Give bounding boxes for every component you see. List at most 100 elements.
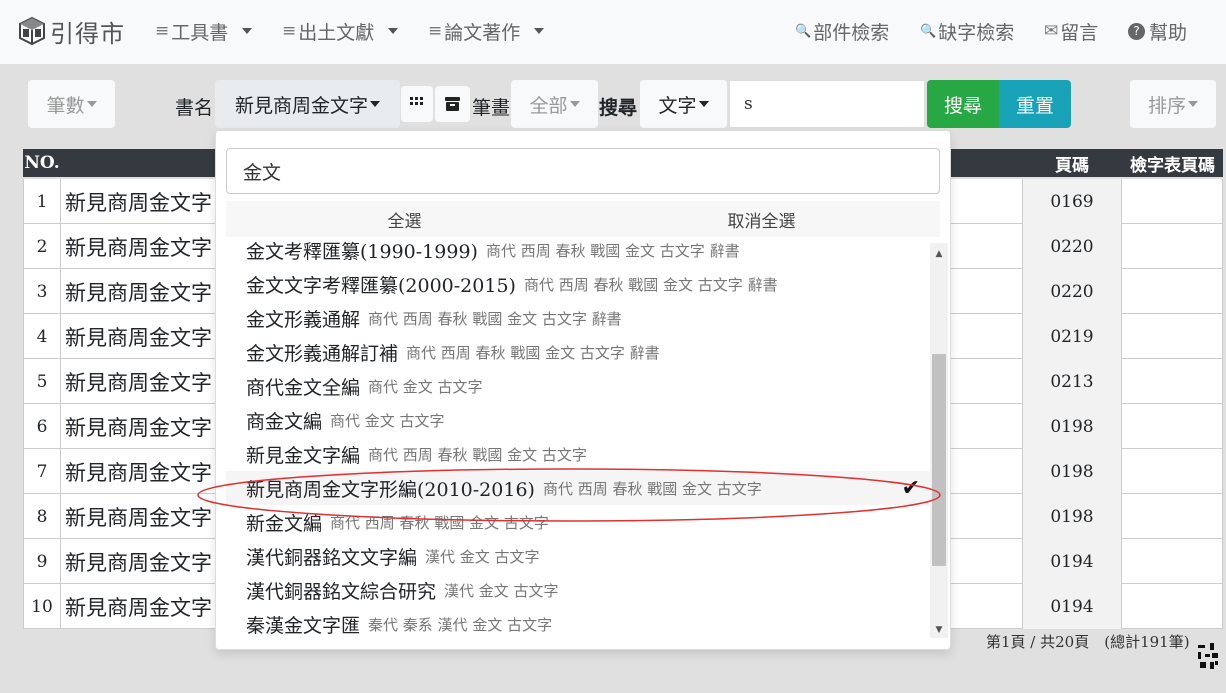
dropdown-option[interactable]: 新金文編 商代 西周 春秋 戰國 金文 古文字	[226, 505, 930, 539]
row-page[interactable]: 0194	[1022, 539, 1122, 584]
dropdown-option[interactable]: 商代金文全編 商代 金文 古文字	[226, 369, 930, 403]
row-page[interactable]: 0198	[1022, 449, 1122, 494]
brand[interactable]: 引得市	[18, 14, 125, 48]
option-tags: 商代 金文 古文字	[330, 411, 445, 430]
grid-view-button[interactable]	[401, 86, 433, 122]
row-page[interactable]: 0213	[1022, 359, 1122, 404]
scroll-down-icon[interactable]: ▼	[930, 623, 948, 637]
grid-icon	[410, 97, 423, 105]
search-type-value: 文字	[658, 94, 697, 117]
dropdown-scrollbar-thumb[interactable]	[932, 354, 946, 566]
chevron-down-icon	[370, 101, 380, 107]
nav-item-papers[interactable]: ≡ 論文著作	[428, 17, 545, 45]
top-navbar: 引得市 ≡ 工具書 ≡ 出土文獻 ≡ 論文著作 🔍 部件檢索 🔍 缺字檢索 ✉ …	[0, 0, 1226, 64]
nav-item-label: 論文著作	[444, 21, 521, 44]
nav-item-tools[interactable]: ≡ 工具書	[155, 17, 253, 45]
nav-item-label: 缺字檢索	[938, 21, 1015, 44]
row-number: 7	[23, 449, 61, 494]
deselect-all-button[interactable]: 取消全選	[583, 201, 940, 237]
row-index-page	[1122, 269, 1223, 314]
sort-button[interactable]: 排序	[1130, 80, 1216, 128]
row-index-page	[1122, 179, 1223, 224]
row-index-page	[1122, 584, 1223, 629]
stroke-label: 筆畫	[472, 97, 511, 119]
option-tags: 商代 西周 春秋 戰國 金文 古文字 辭書	[523, 275, 778, 294]
archive-button[interactable]	[435, 86, 470, 122]
chevron-down-icon	[388, 28, 399, 34]
header-index-page[interactable]: 檢字表頁碼	[1122, 149, 1223, 177]
nav-item-label: 幫助	[1149, 21, 1188, 44]
option-name: 新見商周金文字形編(2010-2016)	[246, 478, 535, 501]
row-page[interactable]: 0219	[1022, 314, 1122, 359]
dropdown-option[interactable]: 金文文字考釋匯纂(2000-2015) 商代 西周 春秋 戰國 金文 古文字 辭書	[226, 267, 930, 301]
chevron-down-icon	[534, 28, 545, 34]
header-page[interactable]: 頁碼	[1022, 149, 1122, 177]
comment-icon: ✉	[1044, 21, 1059, 41]
search-type-button[interactable]: 文字	[640, 80, 727, 128]
dropdown-option[interactable]: 漢代銅器銘文文字編 漢代 金文 古文字	[226, 539, 930, 573]
qr-code-icon[interactable]	[1198, 643, 1218, 669]
row-number: 8	[23, 494, 61, 539]
book-select-value: 新見商周金文字	[234, 94, 368, 117]
brand-name: 引得市	[50, 19, 125, 48]
dropdown-option[interactable]: 金文形義通解 商代 西周 春秋 戰國 金文 古文字 辭書	[226, 301, 930, 335]
reset-button[interactable]: 重置	[999, 80, 1071, 128]
dropdown-option[interactable]: 金文形義通解訂補 商代 西周 春秋 戰國 金文 古文字 辭書	[226, 335, 930, 369]
row-number: 3	[23, 269, 61, 314]
row-page[interactable]: 0198	[1022, 404, 1122, 449]
row-number: 9	[23, 539, 61, 584]
menu-icon: ≡	[155, 21, 170, 41]
row-number: 6	[23, 404, 61, 449]
checkmark-icon: ✔	[901, 475, 920, 501]
nav-item-label: 出土文獻	[298, 21, 375, 44]
dropdown-option[interactable]: 新見商周金文字形編(2010-2016) 商代 西周 春秋 戰國 金文 古文字 ✔	[226, 471, 930, 505]
dropdown-option[interactable]: 漢代銅器銘文綜合研究 漢代 金文 古文字	[226, 573, 930, 607]
row-number: 5	[23, 359, 61, 404]
scroll-up-icon[interactable]: ▲	[930, 247, 948, 261]
header-no[interactable]: NO.	[23, 149, 61, 177]
dropdown-option[interactable]: 秦漢金文字匯 秦代 秦系 漢代 金文 古文字	[226, 607, 930, 641]
chevron-down-icon	[698, 101, 709, 107]
row-page[interactable]: 0194	[1022, 584, 1122, 629]
option-name: 新金文編	[246, 512, 323, 535]
archive-icon	[445, 97, 460, 111]
dropdown-option[interactable]: 商金文編 商代 金文 古文字	[226, 403, 930, 437]
dropdown-option[interactable]: 新見金文字編 商代 西周 春秋 戰國 金文 古文字	[226, 437, 930, 471]
option-name: 金文形義通解訂補	[246, 342, 399, 365]
nav-item-label: 部件檢索	[813, 21, 890, 44]
count-dropdown-button[interactable]: 筆數	[28, 80, 115, 128]
row-page[interactable]: 0198	[1022, 494, 1122, 539]
book-label: 書名	[175, 97, 214, 119]
search-input[interactable]: s	[729, 80, 925, 128]
row-page[interactable]: 0220	[1022, 269, 1122, 314]
nav-component-search[interactable]: 🔍 部件檢索	[795, 17, 889, 45]
stroke-select-value: 全部	[529, 94, 568, 117]
book-select-button[interactable]: 新見商周金文字	[215, 80, 400, 128]
nav-help[interactable]: ? 幫助	[1128, 17, 1187, 45]
option-tags: 秦代 秦系 漢代 金文 古文字	[368, 615, 553, 634]
option-name: 漢代銅器銘文文字編	[246, 546, 418, 569]
option-tags: 商代 西周 春秋 戰國 金文 古文字	[368, 445, 587, 464]
dropdown-search-input[interactable]: 金文	[226, 148, 940, 194]
book-dropdown-menu: 金文 全選 取消全選 金文考釋匯纂(1990-1999) 商代 西周 春秋 戰國 …	[215, 130, 951, 650]
stroke-select-button[interactable]: 全部	[511, 80, 598, 128]
chevron-down-icon	[86, 101, 97, 107]
dropdown-option[interactable]: 金文考釋匯纂(1990-1999) 商代 西周 春秋 戰國 金文 古文字 辭書	[226, 238, 930, 267]
option-tags: 商代 西周 春秋 戰國 金文 古文字 辭書	[368, 309, 622, 328]
nav-item-excavated[interactable]: ≡ 出土文獻	[282, 17, 399, 45]
row-index-page	[1122, 494, 1223, 539]
chevron-down-icon	[569, 101, 580, 107]
dropdown-option-list: 金文考釋匯纂(1990-1999) 商代 西周 春秋 戰國 金文 古文字 辭書 金文…	[226, 238, 932, 648]
search-button[interactable]: 搜尋	[927, 80, 999, 128]
chevron-down-icon	[242, 28, 253, 34]
option-tags: 漢代 金文 古文字	[444, 581, 559, 600]
select-all-button[interactable]: 全選	[226, 201, 583, 237]
row-page[interactable]: 0220	[1022, 224, 1122, 269]
nav-missing-char-search[interactable]: 🔍 缺字檢索	[920, 17, 1014, 45]
option-tags: 商代 西周 春秋 戰國 金文 古文字 辭書	[406, 343, 660, 362]
row-number: 4	[23, 314, 61, 359]
row-index-page	[1122, 224, 1223, 269]
row-page[interactable]: 0169	[1022, 179, 1122, 224]
option-name: 新見金文字編	[246, 444, 361, 467]
nav-message[interactable]: ✉ 留言	[1044, 17, 1098, 45]
